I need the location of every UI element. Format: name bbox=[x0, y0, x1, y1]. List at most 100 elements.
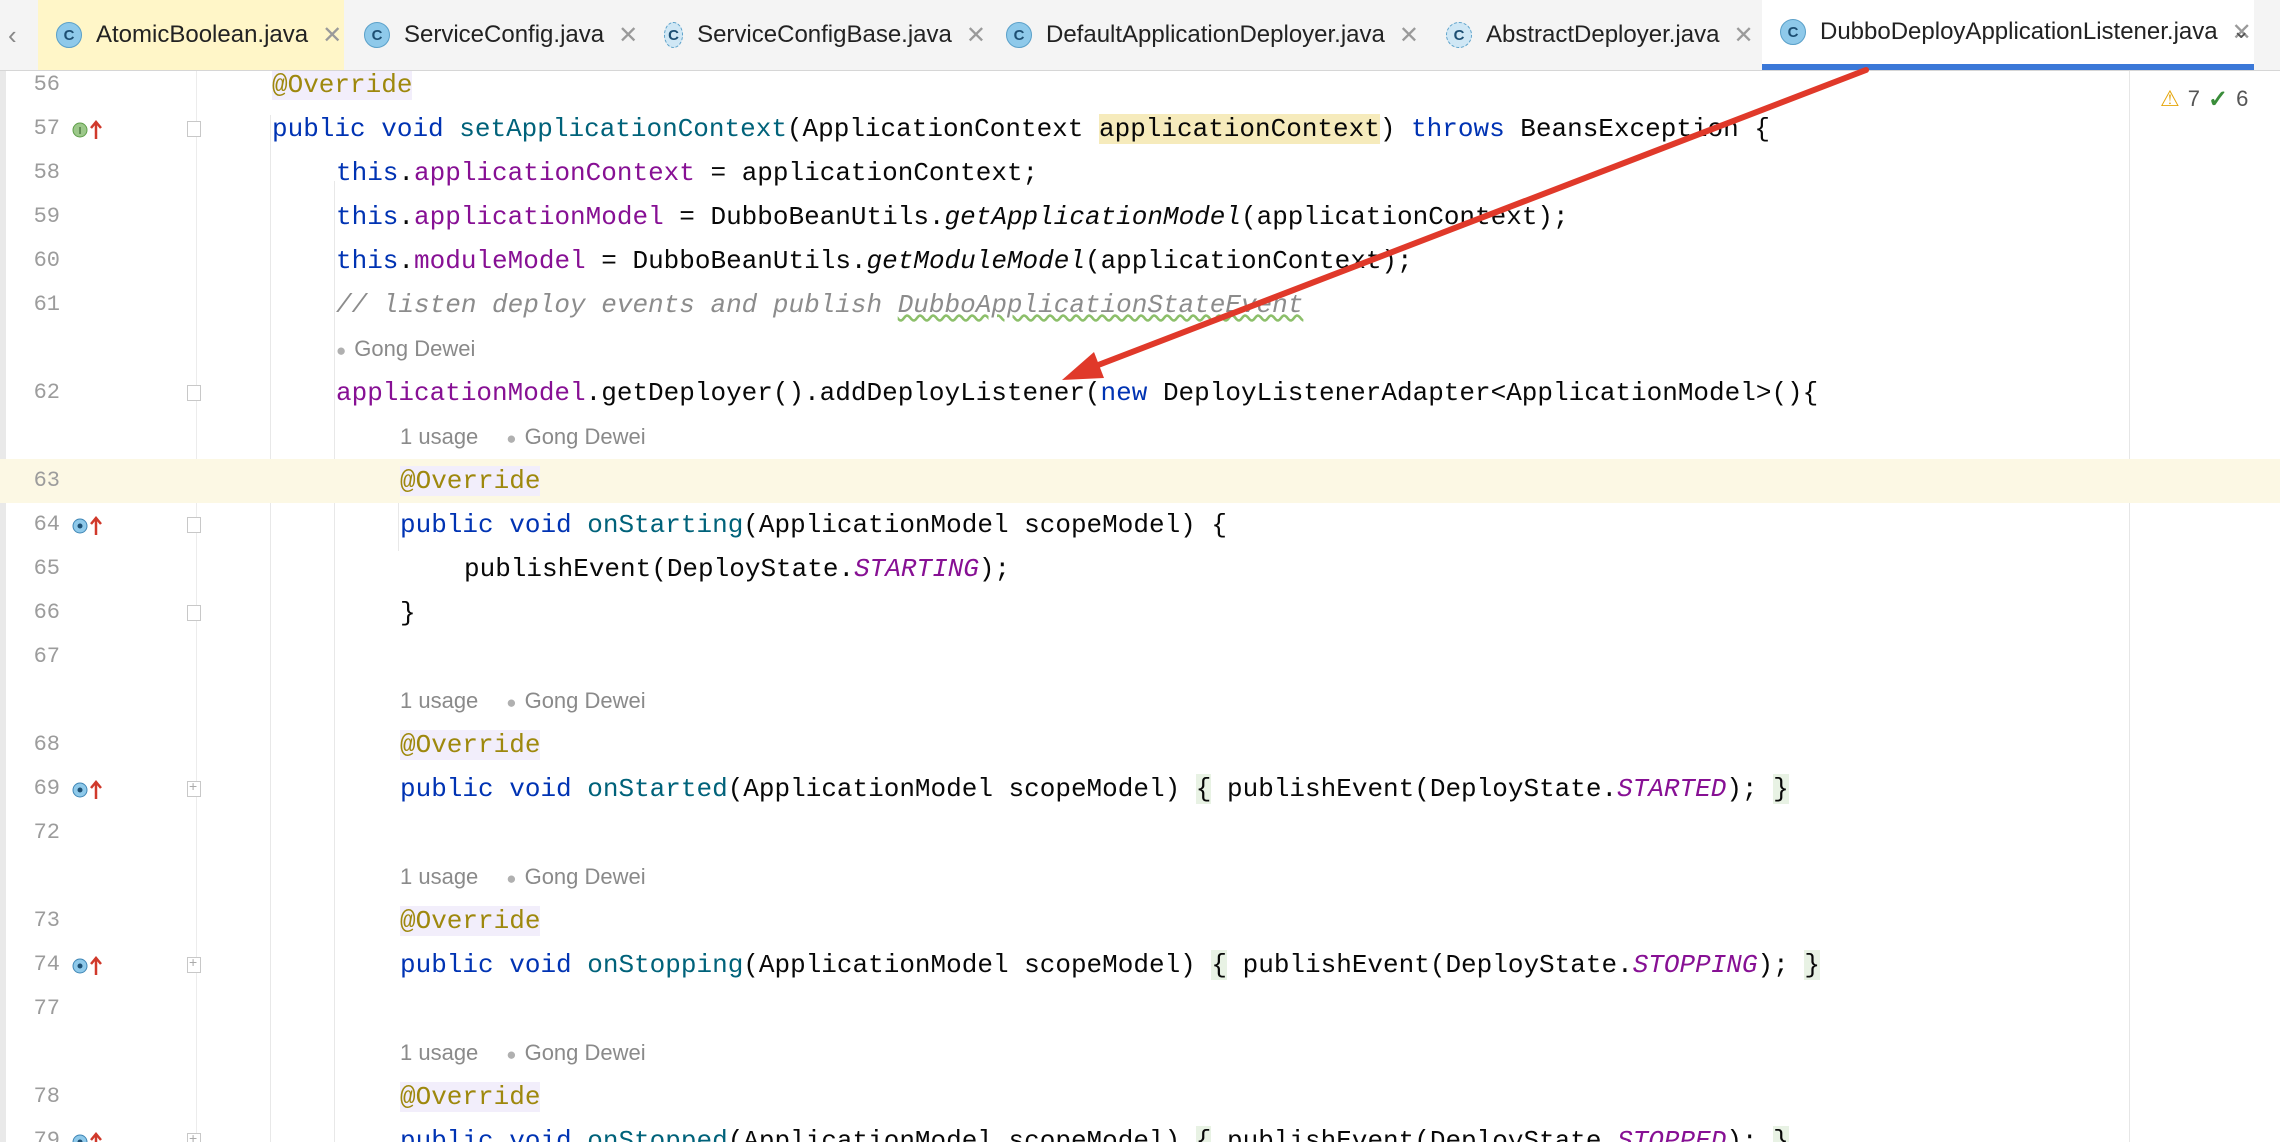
code-line: 59 this.applicationModel = DubboBeanUtil… bbox=[0, 195, 2280, 239]
code-text: public void onStopped(ApplicationModel s… bbox=[400, 1119, 1789, 1142]
code-text: this.applicationModel = DubboBeanUtils.g… bbox=[336, 202, 1569, 232]
line-number: 74 bbox=[33, 952, 60, 977]
usages-hint[interactable]: 1 usage bbox=[400, 424, 478, 449]
author-hint[interactable]: Gong Dewei bbox=[354, 336, 475, 361]
line-number: 73 bbox=[33, 908, 60, 933]
code-editor[interactable]: ⚠ 7 ✓ 6 56 @Override 57 I public void se… bbox=[0, 71, 2280, 1142]
code-line: 72 bbox=[0, 811, 2280, 855]
line-number: 63 bbox=[33, 468, 60, 493]
code-vision-hint[interactable]: 1 usage ● Gong Dewei bbox=[400, 855, 646, 899]
line-number: 77 bbox=[33, 996, 60, 1021]
usages-hint[interactable]: 1 usage bbox=[400, 688, 478, 713]
tab-dubbo-deploy-application-listener[interactable]: C DubboDeployApplicationListener.java ✕ bbox=[1762, 0, 2254, 70]
overrides-method-icon[interactable] bbox=[72, 1131, 102, 1142]
code-line: 67 bbox=[0, 635, 2280, 679]
class-icon: C bbox=[56, 22, 82, 48]
code-text: @Override bbox=[400, 466, 541, 496]
scroll-tabs-left-icon[interactable]: ‹ bbox=[8, 20, 17, 51]
code-line: 56 @Override bbox=[0, 71, 2280, 107]
code-text: } bbox=[400, 598, 416, 628]
person-icon: ● bbox=[506, 429, 517, 448]
usages-hint[interactable]: 1 usage bbox=[400, 864, 478, 889]
author-hint[interactable]: Gong Dewei bbox=[525, 1040, 646, 1065]
code-line: 58 this.applicationContext = application… bbox=[0, 151, 2280, 195]
tab-atomic-boolean[interactable]: C AtomicBoolean.java ✕ bbox=[38, 0, 344, 70]
person-icon: ● bbox=[506, 693, 517, 712]
code-line: 79 public void onStopped(ApplicationMode… bbox=[0, 1119, 2280, 1142]
person-icon: ● bbox=[506, 1045, 517, 1064]
close-icon[interactable]: ✕ bbox=[322, 21, 342, 50]
code-vision-hint[interactable]: 1 usage ● Gong Dewei bbox=[400, 679, 646, 723]
class-icon: C bbox=[364, 22, 390, 48]
tab-label: DubboDeployApplicationListener.java bbox=[1820, 18, 2218, 45]
code-line: 66 } bbox=[0, 591, 2280, 635]
author-hint[interactable]: Gong Dewei bbox=[525, 864, 646, 889]
tab-abstract-deployer[interactable]: C AbstractDeployer.java ✕ bbox=[1428, 0, 1760, 70]
code-line: 65 publishEvent(DeployState.STARTING); bbox=[0, 547, 2280, 591]
code-vision-hint[interactable]: 1 usage ● Gong Dewei bbox=[400, 1031, 646, 1075]
line-number: 57 bbox=[33, 116, 60, 141]
overrides-method-icon[interactable] bbox=[72, 515, 102, 535]
line-number: 62 bbox=[33, 380, 60, 405]
close-icon[interactable]: ✕ bbox=[1733, 21, 1753, 50]
fold-toggle-icon[interactable] bbox=[187, 121, 201, 137]
tab-service-config[interactable]: C ServiceConfig.java ✕ bbox=[346, 0, 644, 70]
close-icon[interactable]: ✕ bbox=[1399, 21, 1419, 50]
code-line: 69 public void onStarted(ApplicationMode… bbox=[0, 767, 2280, 811]
expand-fold-icon[interactable] bbox=[187, 778, 201, 797]
expand-fold-icon[interactable] bbox=[187, 954, 201, 973]
line-number: 60 bbox=[33, 248, 60, 273]
line-number: 58 bbox=[33, 160, 60, 185]
expand-fold-icon[interactable] bbox=[187, 1130, 201, 1142]
close-icon[interactable]: ✕ bbox=[966, 21, 986, 50]
tab-default-application-deployer[interactable]: C DefaultApplicationDeployer.java ✕ bbox=[988, 0, 1426, 70]
line-number: 56 bbox=[33, 72, 60, 97]
person-icon: ● bbox=[506, 869, 517, 888]
code-line: 60 this.moduleModel = DubboBeanUtils.get… bbox=[0, 239, 2280, 283]
editor-tab-bar: ‹ C AtomicBoolean.java ✕ C ServiceConfig… bbox=[0, 0, 2280, 71]
class-icon: C bbox=[1006, 22, 1032, 48]
usages-hint[interactable]: 1 usage bbox=[400, 1040, 478, 1065]
tab-label: DefaultApplicationDeployer.java bbox=[1046, 21, 1385, 48]
line-number: 78 bbox=[33, 1084, 60, 1109]
line-number: 72 bbox=[33, 820, 60, 845]
code-text: @Override bbox=[400, 730, 541, 760]
line-number: 64 bbox=[33, 512, 60, 537]
code-line: 73 @Override bbox=[0, 899, 2280, 943]
line-number: 69 bbox=[33, 776, 60, 801]
author-hint[interactable]: Gong Dewei bbox=[525, 688, 646, 713]
code-text: public void onStarting(ApplicationModel … bbox=[400, 510, 1227, 540]
code-text: publishEvent(DeployState.STARTING); bbox=[464, 554, 1011, 584]
line-number: 65 bbox=[33, 556, 60, 581]
line-number: 66 bbox=[33, 600, 60, 625]
implements-method-icon[interactable]: I bbox=[72, 119, 102, 139]
fold-toggle-icon[interactable] bbox=[187, 605, 201, 621]
fold-toggle-icon[interactable] bbox=[187, 517, 201, 533]
line-number: 61 bbox=[33, 292, 60, 317]
overrides-method-icon[interactable] bbox=[72, 955, 102, 975]
code-text: public void setApplicationContext(Applic… bbox=[272, 114, 1770, 144]
line-number: 79 bbox=[33, 1128, 60, 1142]
code-line: 74 public void onStopping(ApplicationMod… bbox=[0, 943, 2280, 987]
author-hint[interactable]: Gong Dewei bbox=[525, 424, 646, 449]
abstract-class-icon: C bbox=[664, 22, 684, 48]
code-text: this.applicationContext = applicationCon… bbox=[336, 158, 1039, 188]
tab-service-config-base[interactable]: C ServiceConfigBase.java ✕ bbox=[646, 0, 986, 70]
close-icon[interactable]: ✕ bbox=[618, 21, 638, 50]
code-vision-hint[interactable]: ● Gong Dewei bbox=[306, 327, 475, 371]
code-line: 57 I public void setApplicationContext(A… bbox=[0, 107, 2280, 151]
code-text: this.moduleModel = DubboBeanUtils.getMod… bbox=[336, 246, 1413, 276]
code-line: 61 // listen deploy events and publish D… bbox=[0, 283, 2280, 327]
code-line: 64 public void onStarting(ApplicationMod… bbox=[0, 503, 2280, 547]
code-text: @Override bbox=[400, 1082, 541, 1112]
code-line: 78 @Override bbox=[0, 1075, 2280, 1119]
fold-toggle-icon[interactable] bbox=[187, 385, 201, 401]
code-text: @Override bbox=[272, 71, 413, 100]
class-icon: C bbox=[1780, 19, 1806, 45]
line-number: 67 bbox=[33, 644, 60, 669]
tab-label: AtomicBoolean.java bbox=[96, 21, 309, 48]
code-vision-hint[interactable]: 1 usage ● Gong Dewei bbox=[400, 415, 646, 459]
overrides-method-icon[interactable] bbox=[72, 779, 102, 799]
more-tabs-chevron-icon[interactable]: ⌄ bbox=[2232, 18, 2250, 44]
code-line: 62 applicationModel.getDeployer().addDep… bbox=[0, 371, 2280, 415]
